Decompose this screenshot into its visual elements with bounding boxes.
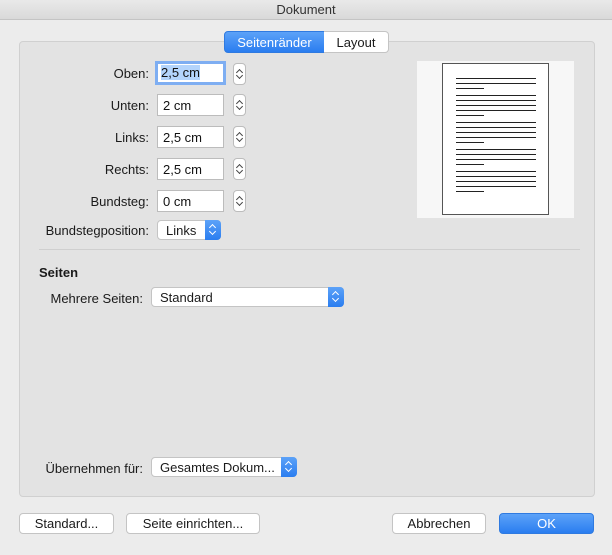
- popup-arrows-icon: [328, 287, 344, 307]
- right-margin-stepper[interactable]: [233, 158, 246, 180]
- window-title: Dokument: [276, 2, 336, 17]
- multiple-pages-value: Standard: [160, 290, 213, 305]
- preview-text-line: [456, 149, 536, 151]
- cancel-button[interactable]: Abbrechen: [392, 513, 486, 534]
- preview-text-line: [456, 142, 484, 144]
- preview-text-line: [456, 191, 484, 193]
- page-preview: [442, 63, 549, 215]
- ok-button[interactable]: OK: [499, 513, 594, 534]
- preview-text-line: [456, 181, 536, 183]
- apply-to-value: Gesamtes Dokum...: [160, 460, 275, 475]
- left-margin-label: Links:: [115, 130, 149, 145]
- bottom-margin-label: Unten:: [110, 98, 149, 113]
- right-margin-label: Rechts:: [104, 162, 149, 177]
- preview-text-line: [456, 176, 536, 178]
- bottom-margin-field[interactable]: 2 cm: [157, 94, 224, 116]
- pages-heading: Seiten: [39, 265, 79, 280]
- preview-text-line: [456, 95, 536, 97]
- gutter-position-label: Bundstegposition:: [45, 223, 149, 238]
- preview-text-line: [456, 105, 536, 107]
- gutter-stepper[interactable]: [233, 190, 246, 212]
- left-margin-field[interactable]: 2,5 cm: [157, 126, 224, 148]
- preview-text-line: [456, 83, 536, 85]
- preview-text-line: [456, 78, 536, 80]
- popup-arrows-icon: [281, 457, 297, 477]
- page-setup-button[interactable]: Seite einrichten...: [126, 513, 260, 534]
- left-margin-stepper[interactable]: [233, 126, 246, 148]
- preview-text-line: [456, 100, 536, 102]
- gutter-position-popup[interactable]: Links: [157, 220, 221, 240]
- preview-text-line: [456, 154, 536, 156]
- title-bar: Dokument: [0, 0, 612, 20]
- tab-layout[interactable]: Layout: [324, 31, 389, 53]
- top-margin-stepper[interactable]: [233, 63, 246, 85]
- preview-text-line: [456, 186, 536, 188]
- gutter-position-value: Links: [166, 223, 197, 238]
- preview-text-line: [456, 127, 536, 129]
- preview-text-line: [456, 159, 536, 161]
- default-button[interactable]: Standard...: [19, 513, 114, 534]
- multiple-pages-label: Mehrere Seiten:: [50, 291, 144, 306]
- gutter-label: Bundsteg:: [90, 194, 149, 209]
- bottom-margin-stepper[interactable]: [233, 94, 246, 116]
- top-margin-value: 2,5 cm: [161, 65, 201, 80]
- tab-seitenraender[interactable]: Seitenränder: [224, 31, 325, 53]
- popup-arrows-icon: [205, 220, 221, 240]
- top-margin-field[interactable]: 2,5 cm: [155, 61, 226, 85]
- preview-text-line: [456, 115, 484, 117]
- gutter-field[interactable]: 0 cm: [157, 190, 224, 212]
- preview-text-line: [456, 88, 484, 90]
- apply-to-label: Übernehmen für:: [45, 461, 143, 476]
- apply-to-popup[interactable]: Gesamtes Dokum...: [151, 457, 297, 477]
- multiple-pages-popup[interactable]: Standard: [151, 287, 344, 307]
- preview-text-line: [456, 110, 536, 112]
- section-divider: [39, 249, 580, 250]
- preview-text-line: [456, 164, 484, 166]
- preview-text-line: [456, 122, 536, 124]
- preview-text-line: [456, 137, 536, 139]
- preview-text-line: [456, 132, 536, 134]
- top-margin-label: Oben:: [113, 66, 149, 81]
- right-margin-field[interactable]: 2,5 cm: [157, 158, 224, 180]
- preview-text-line: [456, 171, 536, 173]
